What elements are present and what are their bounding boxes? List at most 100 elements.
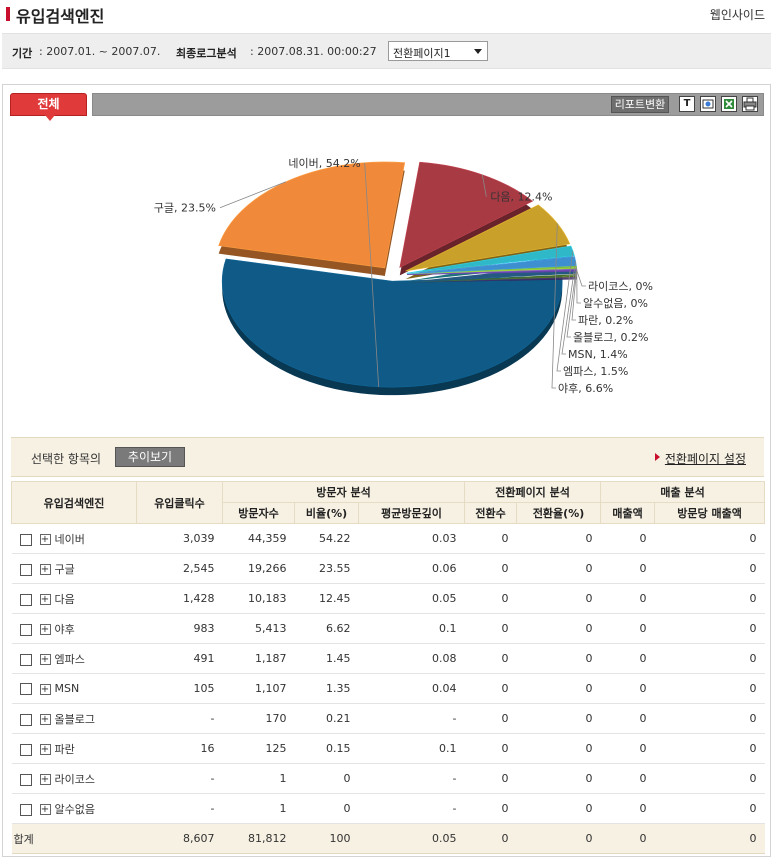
engine-cell: + 라이코스 bbox=[11, 763, 137, 794]
cell-ratio: 0.21 bbox=[294, 703, 359, 734]
cell-visitors: 5,413 bbox=[222, 613, 295, 644]
cell-rate: 0 bbox=[516, 643, 601, 674]
row-checkbox[interactable] bbox=[19, 773, 32, 786]
group-sales: 매출 분석 bbox=[600, 481, 766, 503]
engine-name: 야후 bbox=[54, 622, 75, 636]
site-link[interactable]: 웹인사이드 bbox=[710, 6, 765, 23]
report-panel: 전체 리포트변환 T 네이버, 54.2% 구글, 23.5% 다음, 12.4% 라… bbox=[2, 84, 771, 857]
text-icon[interactable]: T bbox=[679, 96, 695, 112]
cell-ratio: 23.55 bbox=[294, 553, 359, 584]
expand-plus-icon[interactable]: + bbox=[39, 683, 51, 695]
engine-cell: + 파란 bbox=[11, 733, 137, 764]
report-toggle-button[interactable]: 리포트변환 bbox=[611, 96, 669, 113]
expand-plus-icon[interactable]: + bbox=[39, 744, 51, 755]
cell-sales: 0 bbox=[600, 763, 655, 794]
pie-label: 올블로그, 0.2% bbox=[573, 331, 648, 344]
engine-name: 네이버 bbox=[54, 532, 85, 546]
engine-cell: + 구글 bbox=[11, 553, 137, 584]
cell-rate: 0 bbox=[516, 583, 601, 614]
tab-all[interactable]: 전체 bbox=[10, 93, 87, 121]
expand-plus-icon[interactable]: + bbox=[39, 774, 51, 785]
cell-spv: 0 bbox=[654, 583, 765, 614]
row-checkbox[interactable] bbox=[19, 683, 32, 695]
expand-plus-icon[interactable]: + bbox=[39, 534, 51, 545]
col-sales-per-visit: 방문당 매출액 bbox=[654, 502, 766, 524]
engine-name: 올블로그 bbox=[54, 712, 95, 726]
cell-depth: - bbox=[358, 763, 465, 794]
cell-ratio: 0.15 bbox=[294, 733, 359, 764]
conversion-page-select-value: 전환페이지1 bbox=[393, 47, 451, 60]
total-ratio: 100 bbox=[294, 823, 359, 854]
expand-plus-icon[interactable]: + bbox=[39, 804, 51, 815]
cell-rate: 0 bbox=[516, 553, 601, 584]
col-ratio: 비율(%) bbox=[294, 502, 359, 524]
expand-plus-icon[interactable]: + bbox=[39, 714, 51, 725]
expand-plus-icon[interactable]: + bbox=[39, 594, 51, 605]
web-icon[interactable] bbox=[700, 96, 716, 112]
cell-clicks: 491 bbox=[136, 643, 223, 674]
col-conv-rate: 전환율(%) bbox=[516, 502, 602, 524]
cell-conv: 0 bbox=[464, 643, 517, 674]
cell-rate: 0 bbox=[516, 703, 601, 734]
engine-cell: + 알수없음 bbox=[11, 793, 137, 824]
cell-ratio: 12.45 bbox=[294, 583, 359, 614]
row-checkbox[interactable] bbox=[19, 563, 32, 576]
row-checkbox[interactable] bbox=[19, 803, 32, 816]
engine-cell: + 올블로그 bbox=[11, 703, 137, 734]
table-row: + 올블로그 -170 0.21-0 0 0 0 bbox=[11, 703, 765, 734]
col-engine: 유입검색엔진 bbox=[11, 481, 137, 524]
row-checkbox[interactable] bbox=[19, 533, 32, 546]
table-row: + 라이코스 -1 0-0 0 0 0 bbox=[11, 763, 765, 794]
print-icon[interactable] bbox=[742, 96, 758, 112]
pie-label: 네이버, 54.2% bbox=[288, 157, 360, 170]
expand-plus-icon[interactable]: + bbox=[39, 654, 51, 665]
cell-ratio: 1.45 bbox=[294, 643, 359, 674]
cell-depth: 0.06 bbox=[358, 553, 465, 584]
cell-sales: 0 bbox=[600, 793, 655, 824]
cell-conv: 0 bbox=[464, 583, 517, 614]
cell-visitors: 10,183 bbox=[222, 583, 295, 614]
cell-visitors: 1 bbox=[222, 763, 295, 794]
excel-icon[interactable] bbox=[721, 96, 737, 112]
total-spv: 0 bbox=[654, 823, 765, 854]
cell-clicks: - bbox=[136, 793, 223, 824]
cell-clicks: 105 bbox=[136, 673, 223, 704]
table-row: + 엠파스 491 1,187 1.45 0.08 0 0 0 0 bbox=[11, 643, 765, 674]
engine-cell: + 네이버 bbox=[11, 523, 137, 554]
pie-leader-line bbox=[576, 269, 581, 304]
col-avg-depth: 평균방문깊이 bbox=[357, 502, 466, 524]
cell-clicks: 983 bbox=[136, 613, 223, 644]
cell-visitors: 170 bbox=[222, 703, 295, 734]
trend-view-button[interactable]: 추이보기 bbox=[115, 447, 185, 467]
total-rate: 0 bbox=[516, 823, 601, 854]
conversion-page-select[interactable]: 전환페이지1 bbox=[388, 41, 488, 61]
cell-depth: - bbox=[358, 703, 465, 734]
pie-label: 알수없음, 0% bbox=[583, 296, 648, 310]
col-conversions: 전환수 bbox=[464, 502, 518, 524]
conversion-page-settings-link[interactable]: 전환페이지 설정 bbox=[654, 450, 746, 467]
cell-ratio: 0 bbox=[294, 793, 359, 824]
cell-rate: 0 bbox=[516, 733, 601, 764]
total-depth: 0.05 bbox=[358, 823, 465, 854]
row-checkbox[interactable] bbox=[19, 743, 32, 756]
cell-visitors: 1,187 bbox=[222, 643, 295, 674]
search-engine-table: 유입검색엔진 유입클릭수 방문자 분석 전환페이지 분석 매출 분석 방문자수 … bbox=[11, 481, 766, 854]
cell-rate: 0 bbox=[516, 793, 601, 824]
cell-clicks: 2,545 bbox=[136, 553, 223, 584]
row-checkbox[interactable] bbox=[19, 653, 32, 666]
info-bar: 기간 : 2007.01. ~ 2007.07. 최종로그분석 : 2007.0… bbox=[2, 33, 771, 69]
cell-clicks: 3,039 bbox=[136, 523, 223, 554]
row-checkbox[interactable] bbox=[19, 623, 32, 636]
cell-conv: 0 bbox=[464, 673, 517, 704]
pie-chart: 네이버, 54.2% 구글, 23.5% 다음, 12.4% 라이코스, 0% 알수없음… bbox=[154, 157, 653, 396]
table-row: + MSN 105 1,107 1.35 0.04 0 0 0 0 bbox=[11, 673, 765, 704]
cell-sales: 0 bbox=[600, 703, 655, 734]
cell-depth: 0.04 bbox=[358, 673, 465, 704]
row-checkbox[interactable] bbox=[19, 713, 32, 726]
cell-sales: 0 bbox=[600, 583, 655, 614]
pie-label: 파란, 0.2% bbox=[578, 314, 633, 327]
expand-plus-icon[interactable]: + bbox=[39, 564, 51, 575]
row-checkbox[interactable] bbox=[19, 593, 32, 606]
expand-plus-icon[interactable]: + bbox=[39, 624, 51, 635]
total-label: 합계 bbox=[11, 823, 137, 854]
